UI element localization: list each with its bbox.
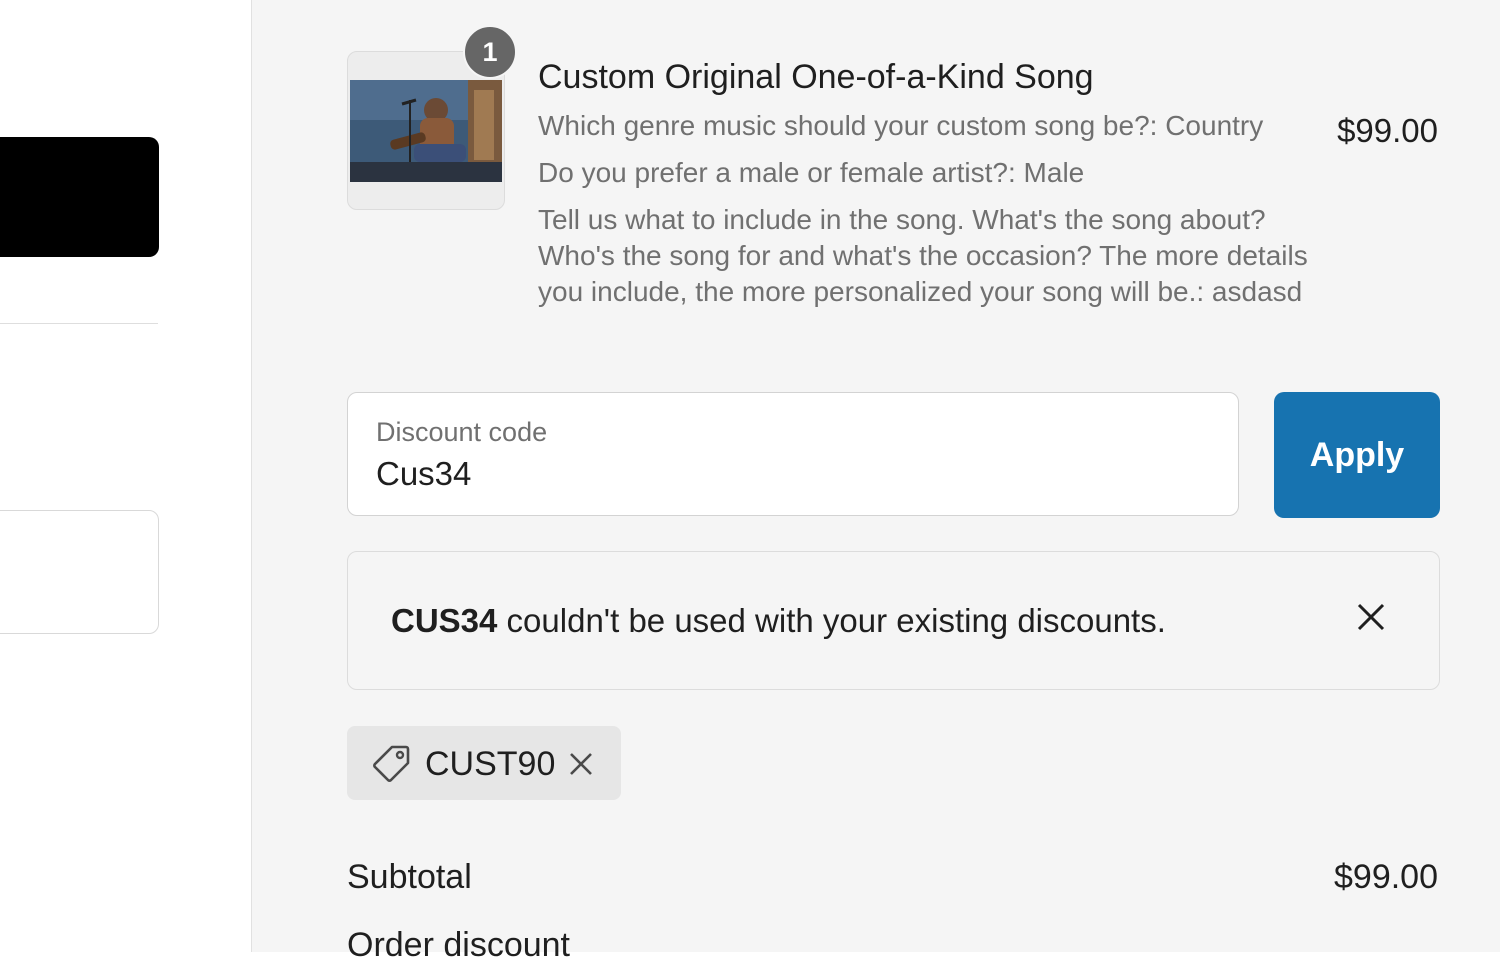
applied-discount-tag: CUST90 bbox=[347, 726, 621, 800]
apply-discount-button[interactable]: Apply bbox=[1274, 392, 1440, 518]
subtotal-value: $99.00 bbox=[1334, 858, 1438, 896]
tag-icon bbox=[373, 745, 410, 782]
divider bbox=[0, 323, 158, 324]
remove-discount-icon[interactable] bbox=[567, 750, 595, 778]
subtotal-label: Subtotal bbox=[347, 858, 472, 896]
discount-error-message: CUS34 couldn't be used with your existin… bbox=[391, 602, 1166, 640]
product-option-details: Tell us what to include in the song. Wha… bbox=[538, 204, 1308, 307]
discount-error-banner: CUS34 couldn't be used with your existin… bbox=[347, 551, 1440, 690]
discount-code-value[interactable]: Cus34 bbox=[376, 455, 471, 493]
quantity-badge: 1 bbox=[463, 25, 517, 79]
discount-code-input[interactable]: Discount code Cus34 bbox=[347, 392, 1239, 516]
product-option-genre: Which genre music should your custom son… bbox=[538, 110, 1264, 141]
product-title: Custom Original One-of-a-Kind Song bbox=[538, 58, 1094, 96]
close-icon[interactable] bbox=[1353, 599, 1389, 635]
order-discount-label: Order discount bbox=[347, 926, 570, 964]
product-price: $99.00 bbox=[1337, 112, 1438, 149]
product-option-artist: Do you prefer a male or female artist?: … bbox=[538, 157, 1085, 188]
error-message-text: couldn't be used with your existing disc… bbox=[497, 602, 1166, 639]
product-image bbox=[350, 80, 502, 182]
discount-code-label: Discount code bbox=[376, 417, 548, 447]
pay-now-button[interactable] bbox=[0, 137, 159, 257]
form-field[interactable] bbox=[0, 510, 159, 634]
checkout-form-panel bbox=[0, 0, 252, 952]
error-discount-code: CUS34 bbox=[391, 602, 498, 639]
applied-discount-code: CUST90 bbox=[425, 745, 556, 783]
order-summary: 1 Custom Original One-of-a-Kind Song Whi… bbox=[252, 0, 1500, 964]
